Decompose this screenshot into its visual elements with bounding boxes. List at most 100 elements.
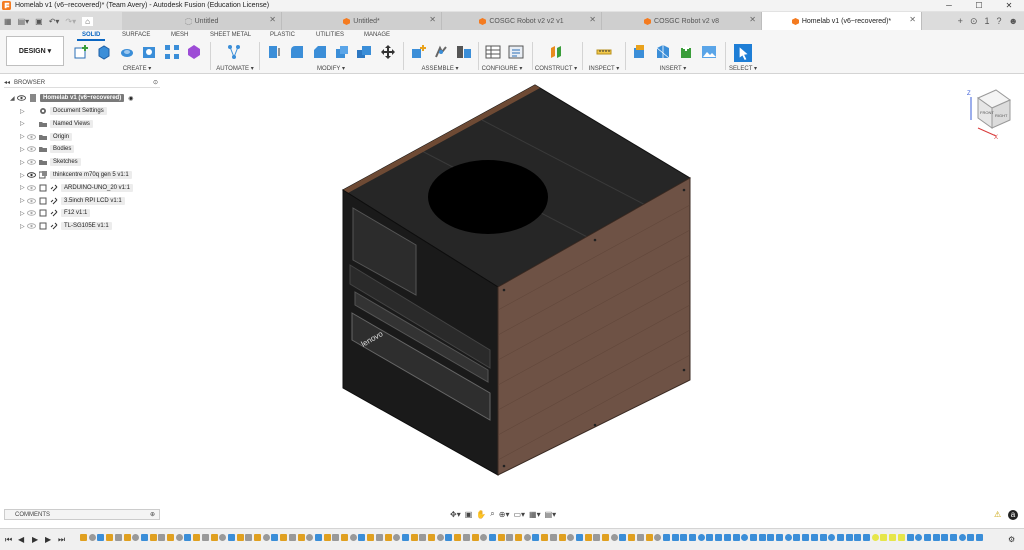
timeline-feature-icon[interactable] (802, 534, 810, 541)
press-pull-icon[interactable] (266, 44, 282, 60)
browser-root[interactable]: ◢ Homelab v1 (v6~recovered) ◉ (10, 92, 133, 104)
group-automate[interactable]: AUTOMATE ▾ (216, 65, 253, 72)
timeline-first-icon[interactable]: ⏮ (5, 535, 12, 545)
activate-radio-icon[interactable]: ◉ (128, 95, 133, 102)
redo-icon[interactable]: ↷▾ (65, 17, 76, 26)
timeline-feature-icon[interactable] (889, 534, 897, 541)
timeline-feature-icon[interactable] (810, 534, 818, 541)
job-status-icon[interactable]: 1 (984, 16, 989, 26)
timeline-feature-icon[interactable] (114, 534, 122, 541)
minimize-button[interactable]: ─ (934, 1, 964, 10)
form-icon[interactable] (186, 44, 202, 60)
group-configure[interactable]: CONFIGURE ▾ (482, 65, 523, 72)
timeline-feature-icon[interactable] (749, 534, 757, 541)
revolve-icon[interactable] (119, 44, 135, 60)
timeline-feature-icon[interactable] (549, 534, 557, 541)
help-icon[interactable]: ? (997, 16, 1002, 26)
timeline-feature-icon[interactable] (941, 534, 949, 541)
group-insert[interactable]: INSERT ▾ (660, 65, 686, 72)
hole-icon[interactable] (141, 44, 157, 60)
timeline-feature-icon[interactable] (628, 534, 636, 541)
timeline-feature-icon[interactable] (236, 534, 244, 541)
timeline-feature-icon[interactable] (341, 534, 348, 541)
close-tab-icon[interactable]: ✕ (269, 15, 276, 24)
new-tab-icon[interactable]: + (958, 16, 963, 26)
combine-icon[interactable] (356, 44, 372, 60)
timeline-feature-icon[interactable] (88, 534, 96, 541)
close-tab-icon[interactable]: ✕ (589, 15, 596, 24)
timeline-feature-icon[interactable] (976, 534, 984, 541)
expand-arrow-icon[interactable]: ▷ (20, 108, 27, 115)
browser-item[interactable]: ▷ ARDUINO-UNO_20 v1:1 (20, 182, 134, 194)
timeline-feature-icon[interactable] (471, 534, 479, 541)
tab-plastic[interactable]: PLASTIC (270, 32, 295, 38)
pattern-icon[interactable] (164, 44, 180, 60)
timeline-feature-icon[interactable] (871, 534, 879, 541)
close-tab-icon[interactable]: ✕ (909, 15, 916, 24)
timeline-feature-icon[interactable] (384, 534, 392, 541)
grid-menu-icon[interactable]: ▦ (4, 17, 12, 26)
timeline-feature-icon[interactable] (532, 534, 540, 541)
automate-icon[interactable] (226, 44, 242, 60)
timeline-feature-icon[interactable] (175, 534, 183, 541)
timeline-feature-icon[interactable] (428, 534, 435, 541)
timeline-feature-icon[interactable] (854, 534, 862, 541)
timeline-feature-icon[interactable] (323, 534, 331, 541)
timeline-feature-icon[interactable] (106, 534, 114, 541)
browser-item[interactable]: ▷ TL-SG105E v1:1 (20, 220, 112, 232)
timeline-feature-icon[interactable] (358, 534, 366, 541)
expand-arrow-icon[interactable]: ▷ (20, 133, 27, 140)
group-create[interactable]: CREATE ▾ (123, 65, 152, 72)
measure-icon[interactable] (596, 44, 612, 60)
visibility-eye-icon[interactable] (27, 172, 36, 178)
timeline-feature-icon[interactable] (784, 534, 792, 541)
visibility-eye-icon[interactable] (27, 146, 36, 153)
timeline-next-icon[interactable]: ▶ (45, 535, 51, 544)
timeline-feature-icon[interactable] (932, 534, 940, 541)
timeline-feature-icon[interactable] (245, 534, 253, 541)
file-menu-icon[interactable]: ▤▾ (18, 17, 30, 26)
tab-solid[interactable]: SOLID (76, 32, 106, 41)
timeline-feature-icon[interactable] (967, 534, 975, 541)
browser-item[interactable]: ▷ Named Views (20, 118, 93, 130)
timeline-feature-icon[interactable] (619, 534, 627, 541)
timeline-feature-icon[interactable] (297, 534, 305, 541)
collapse-panel-icon[interactable]: ◂◂ (4, 79, 10, 86)
timeline-feature-icon[interactable] (610, 534, 618, 541)
timeline-feature-icon[interactable] (689, 534, 696, 541)
view-cube[interactable]: FRONT RIGHT Z X (967, 89, 1012, 141)
timeline-feature-icon[interactable] (828, 534, 836, 541)
timeline-prev-icon[interactable]: ◀ (18, 535, 24, 544)
3d-viewport[interactable]: lenovo FRONT RIGHT Z X (160, 76, 1020, 506)
timeline-feature-icon[interactable] (515, 534, 522, 541)
timeline-feature-icon[interactable] (602, 534, 609, 541)
tab-untitled-2[interactable]: Untitled* ✕ (282, 12, 442, 30)
timeline-feature-icon[interactable] (280, 534, 288, 541)
close-button[interactable]: ✕ (994, 1, 1024, 10)
timeline-feature-icon[interactable] (950, 534, 957, 541)
joint-icon[interactable] (433, 44, 449, 60)
visibility-eye-icon[interactable] (27, 210, 36, 217)
timeline-feature-icon[interactable] (219, 534, 227, 541)
timeline-feature-icon[interactable] (654, 534, 662, 541)
browser-options-icon[interactable]: ⊙ (153, 79, 158, 86)
group-assemble[interactable]: ASSEMBLE ▾ (421, 65, 458, 72)
timeline-feature-icon[interactable] (758, 534, 766, 541)
insert-mesh-icon[interactable] (655, 44, 671, 60)
tab-mesh[interactable]: MESH (171, 32, 188, 38)
timeline-feature-icon[interactable] (706, 534, 714, 541)
tab-manage[interactable]: MANAGE (364, 32, 390, 38)
timeline-feature-icon[interactable] (193, 534, 201, 541)
timeline-feature-icon[interactable] (306, 534, 314, 541)
tab-cosgc-robot-v2-v2-v1[interactable]: COSGC Robot v2 v2 v1 ✕ (442, 12, 602, 30)
tab-untitled-1[interactable]: Untitled ✕ (122, 12, 282, 30)
timeline-feature-icon[interactable] (497, 534, 505, 541)
account-icon[interactable]: ☻ (1009, 16, 1018, 26)
timeline-feature-icon[interactable] (523, 534, 531, 541)
group-modify[interactable]: MODIFY ▾ (317, 65, 345, 72)
text-commands-icon[interactable]: a (1008, 510, 1018, 520)
fit-icon[interactable]: ⊕▾ (499, 510, 510, 519)
timeline-feature-icon[interactable] (776, 534, 783, 541)
visibility-eye-icon[interactable] (27, 185, 36, 191)
timeline-feature-icon[interactable] (462, 534, 470, 541)
